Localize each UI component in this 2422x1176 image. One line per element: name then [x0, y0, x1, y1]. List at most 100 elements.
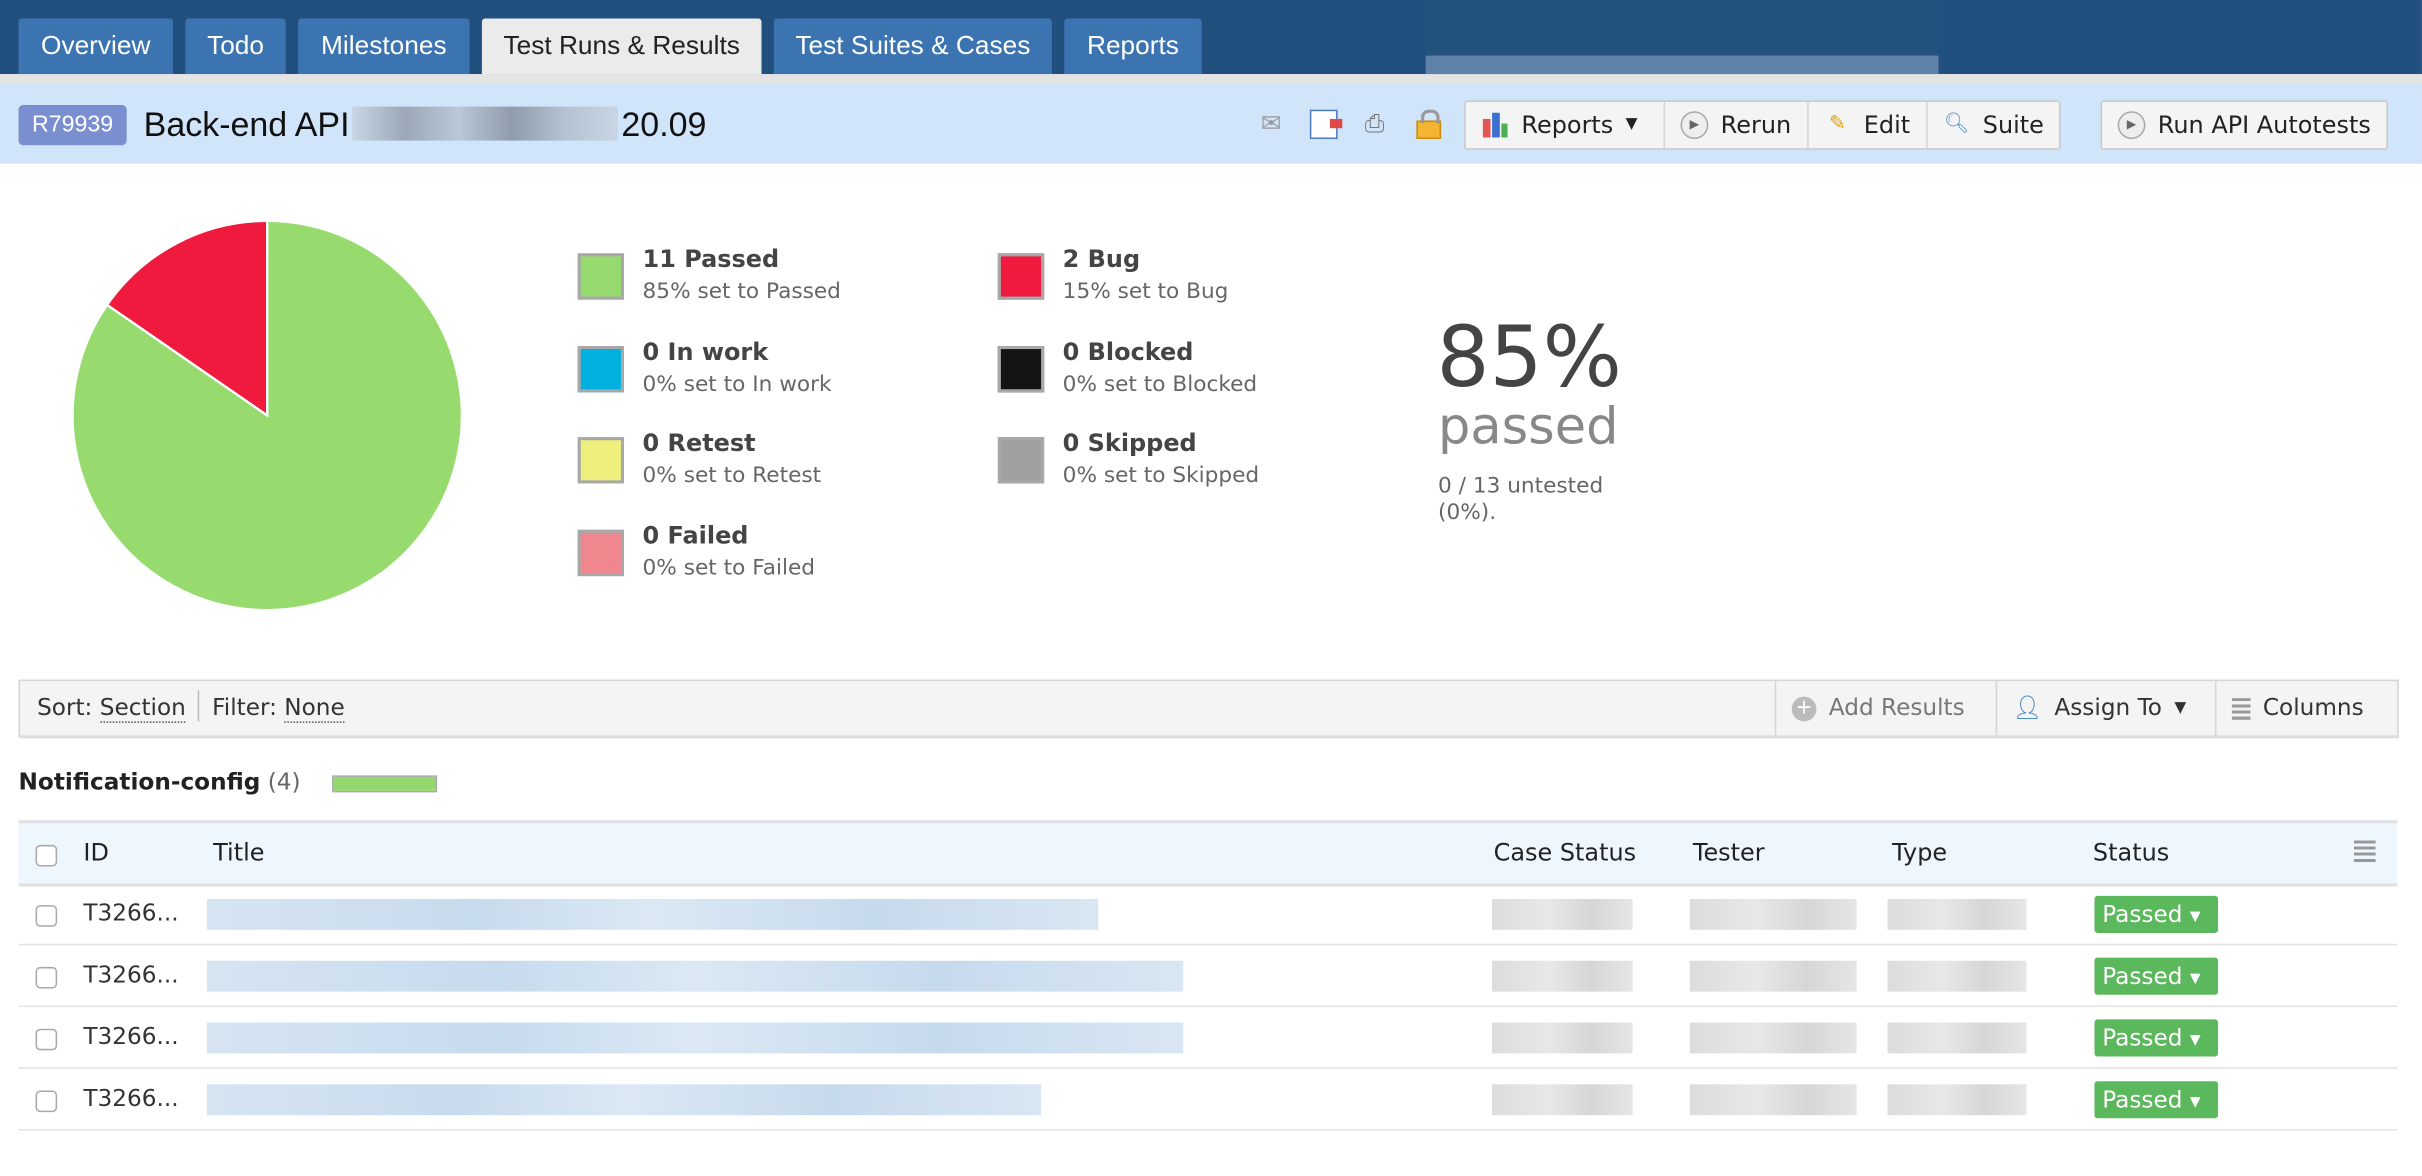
print-icon[interactable]: ⎙ [1359, 108, 1390, 139]
row-checkbox[interactable] [35, 1090, 58, 1113]
redacted-type [1887, 898, 2027, 930]
section-name: Notification-config [18, 767, 261, 796]
table-row[interactable]: T3266... Passed ▼ [18, 884, 2398, 946]
untested-summary: 0 / 13 untested (0%). [1438, 474, 1604, 526]
title-prefix: Back-end API [143, 105, 350, 144]
run-api-autotests-button[interactable]: ▶ Run API Autotests [2102, 102, 2386, 148]
tab-test-runs-results[interactable]: Test Runs & Results [481, 18, 762, 75]
column-type[interactable]: Type [1892, 823, 1947, 883]
legend-count: 11 Passed [642, 245, 780, 274]
redacted-type [1887, 1022, 2027, 1054]
legend-count: 0 Retest [642, 429, 756, 458]
filter-link[interactable]: None [284, 693, 345, 723]
table-row[interactable]: T3266... Passed ▼ [18, 1007, 2398, 1069]
column-case-status[interactable]: Case Status [1494, 823, 1637, 883]
section-count: (4) [267, 767, 301, 796]
caret-down-icon: ▼ [2189, 909, 2201, 926]
status-dropdown[interactable]: Passed ▼ [2094, 1019, 2219, 1057]
sort-filter: Sort: Section Filter: None [37, 681, 345, 735]
divider [198, 690, 200, 722]
mail-icon[interactable]: ✉ [1256, 108, 1287, 139]
bar-chart-icon [1481, 111, 1509, 139]
redacted-case-status [1492, 960, 1633, 992]
user-icon: 👤︎ [2012, 693, 2043, 722]
columns-icon [2231, 697, 2251, 720]
tab-todo[interactable]: Todo [185, 18, 286, 75]
play-icon: ▶ [1680, 111, 1709, 140]
reports-button[interactable]: Reports ▼ [1466, 101, 1666, 149]
status-dropdown[interactable]: Passed ▼ [2094, 1081, 2219, 1119]
case-id[interactable]: T3266... [83, 884, 178, 944]
legend-swatch [997, 253, 1045, 300]
assign-to-button[interactable]: 👤︎ Assign To ▼ [1995, 681, 2202, 736]
legend-percent: 0% set to Failed [642, 556, 815, 581]
legend-swatch [577, 529, 625, 577]
edit-label: Edit [1863, 111, 1911, 140]
suite-button[interactable]: 🔍︎ Suite [1927, 102, 2059, 148]
row-checkbox[interactable] [35, 905, 58, 927]
legend-swatch [577, 437, 625, 484]
redacted-title[interactable] [206, 960, 1184, 992]
add-circle-icon: + [1791, 695, 1817, 721]
caret-down-icon: ▼ [2174, 699, 2187, 717]
legend-count: 2 Bug [1062, 245, 1141, 274]
tab-milestones[interactable]: Milestones [298, 18, 470, 75]
column-title[interactable]: Title [213, 823, 264, 883]
column-tester[interactable]: Tester [1693, 823, 1765, 883]
row-checkbox[interactable] [35, 966, 58, 989]
tab-reports[interactable]: Reports [1064, 18, 1202, 75]
select-all-checkbox[interactable] [35, 844, 58, 867]
tab-test-suites-cases[interactable]: Test Suites & Cases [773, 18, 1052, 75]
status-label: Passed [2102, 1085, 2183, 1114]
rerun-label: Rerun [1720, 111, 1792, 140]
case-id[interactable]: T3266... [83, 1069, 178, 1129]
redacted-type [1887, 960, 2027, 992]
redacted-tester [1689, 898, 1857, 930]
caret-down-icon: ▼ [1625, 115, 1638, 133]
redacted-title[interactable] [206, 1022, 1184, 1054]
sort-link[interactable]: Section [99, 693, 186, 723]
legend-swatch [997, 345, 1045, 393]
add-results-button[interactable]: + Add Results [1774, 681, 1980, 736]
column-id[interactable]: ID [83, 823, 109, 883]
pencil-icon: ✎ [1829, 112, 1846, 136]
status-dropdown[interactable]: Passed ▼ [2094, 957, 2219, 995]
redacted-case-status [1492, 1084, 1633, 1116]
legend-swatch [577, 253, 625, 300]
status-label: Passed [2102, 962, 2183, 991]
passed-label: passed [1438, 395, 1619, 456]
case-id[interactable]: T3266... [83, 945, 178, 1005]
legend-swatch [577, 345, 625, 393]
table-header: ID Title Case Status Tester Type Status [18, 820, 2398, 887]
legend-count: 0 In work [642, 338, 769, 367]
lock-icon[interactable] [1412, 108, 1443, 140]
redacted-title[interactable] [206, 1084, 1042, 1116]
status-pie-chart [72, 220, 462, 611]
redacted-area [1425, 0, 1939, 75]
add-results-label: Add Results [1828, 693, 1965, 722]
rerun-button[interactable]: ▶ Rerun [1665, 101, 1809, 149]
legend-count: 0 Blocked [1062, 338, 1194, 367]
redacted-type [1887, 1084, 2027, 1116]
column-status[interactable]: Status [2093, 823, 2169, 883]
tab-overview[interactable]: Overview [18, 18, 173, 75]
reports-label: Reports [1521, 111, 1614, 140]
case-id[interactable]: T3266... [83, 1007, 178, 1067]
edit-button[interactable]: ✎ Edit [1808, 101, 1928, 149]
magnifier-icon: 🔍︎ [1943, 112, 1970, 136]
legend-percent: 0% set to Blocked [1062, 372, 1258, 397]
columns-icon[interactable] [2353, 840, 2376, 865]
assign-to-label: Assign To [2054, 693, 2162, 722]
legend-percent: 15% set to Bug [1062, 279, 1229, 305]
columns-button[interactable]: Columns [2214, 681, 2399, 736]
run-actions-group: Reports ▼ ▶ Rerun ✎ Edit 🔍︎ Suite [1464, 100, 2061, 150]
redacted-tester [1689, 960, 1857, 992]
legend-percent: 0% set to Retest [642, 463, 822, 489]
page-title: Back-end API 20.09 [144, 102, 707, 148]
table-row[interactable]: T3266... Passed ▼ [18, 945, 2398, 1008]
row-checkbox[interactable] [35, 1028, 58, 1051]
redacted-title[interactable] [206, 898, 1099, 930]
table-row[interactable]: T3266... Passed ▼ [18, 1069, 2398, 1131]
status-dropdown[interactable]: Passed ▼ [2094, 895, 2219, 933]
export-icon[interactable] [1307, 108, 1343, 140]
